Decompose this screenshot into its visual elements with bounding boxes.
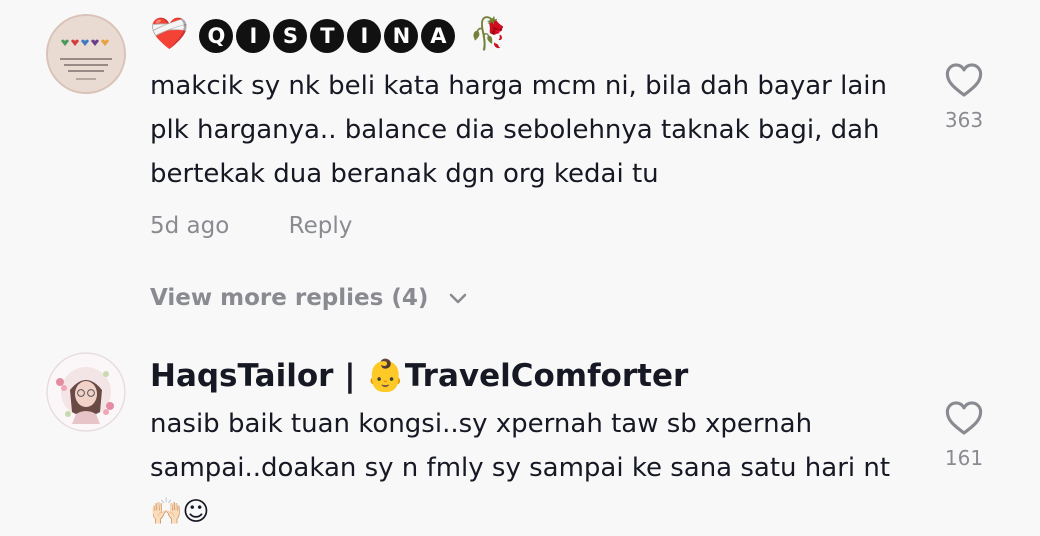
like-button[interactable]: 363 (930, 62, 998, 132)
avatar-image (46, 352, 126, 432)
comment-text: nasib baik tuan kongsi..sy xpernah taw s… (150, 409, 891, 527)
username-letter: T (310, 18, 345, 53)
username-letter: S (273, 18, 308, 53)
comment-timestamp: 5d ago (150, 213, 230, 239)
comment-username[interactable]: ❤️‍🩹 QISTINA 🥀 (150, 14, 508, 54)
comment-meta: 5d ago Reply (150, 213, 352, 239)
username-suffix-emoji: 🥀 (469, 16, 508, 52)
comment-text: makcik sy nk beli kata harga mcm ni, bil… (150, 71, 887, 189)
avatar[interactable] (46, 352, 126, 432)
username-letter: Q (199, 18, 234, 53)
view-more-replies-label: View more replies (4) (150, 285, 429, 311)
like-button[interactable]: 161 (930, 400, 998, 470)
like-count: 363 (944, 108, 984, 132)
username-prefix-emoji: ❤️‍🩹 (150, 16, 189, 52)
username-letter: I (236, 18, 271, 53)
comment-username[interactable]: HaqsTailor | 👶TravelComforter (150, 356, 688, 396)
reply-button[interactable]: Reply (289, 213, 353, 239)
username-letter: N (384, 18, 419, 53)
heart-outline-icon (945, 401, 983, 435)
username-letter: I (347, 18, 382, 53)
view-more-replies-button[interactable]: View more replies (4) (150, 285, 468, 311)
heart-outline-icon (945, 63, 983, 97)
like-count: 161 (944, 446, 984, 470)
avatar[interactable] (46, 14, 126, 94)
username-letter: A (421, 18, 456, 53)
chevron-down-icon (450, 293, 467, 303)
username-letters: QISTINA (199, 16, 469, 53)
avatar-image (46, 14, 126, 94)
